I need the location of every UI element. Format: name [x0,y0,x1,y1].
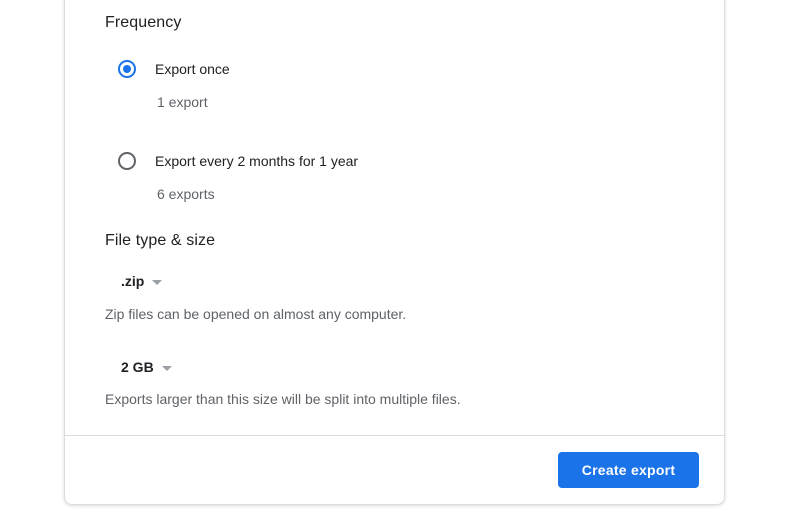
file-type-size-heading: File type & size [105,232,216,249]
radio-export-once-label: Export once [155,61,230,77]
caret-down-icon [161,365,172,371]
create-export-button[interactable]: Create export [558,452,699,488]
footer-divider [65,435,724,436]
file-type-dropdown[interactable]: .zip [121,273,163,289]
file-size-helper: Exports larger than this size will be sp… [105,391,461,407]
file-type-helper: Zip files can be opened on almost any co… [105,306,407,322]
frequency-heading: Frequency [105,14,182,31]
file-size-dropdown[interactable]: 2 GB [121,359,172,375]
radio-unchecked-icon[interactable] [118,152,136,170]
radio-export-recurring[interactable]: Export every 2 months for 1 year [118,152,358,170]
file-size-value: 2 GB [121,359,154,375]
file-type-value: .zip [121,273,145,289]
caret-down-icon [152,279,163,285]
export-settings-card: Frequency Export once 1 export Export ev… [64,0,725,505]
radio-export-recurring-label: Export every 2 months for 1 year [155,153,359,169]
export-once-count: 1 export [157,94,208,110]
radio-export-once[interactable]: Export once [118,60,230,78]
radio-checked-icon[interactable] [118,60,136,78]
export-recurring-count: 6 exports [157,186,215,202]
